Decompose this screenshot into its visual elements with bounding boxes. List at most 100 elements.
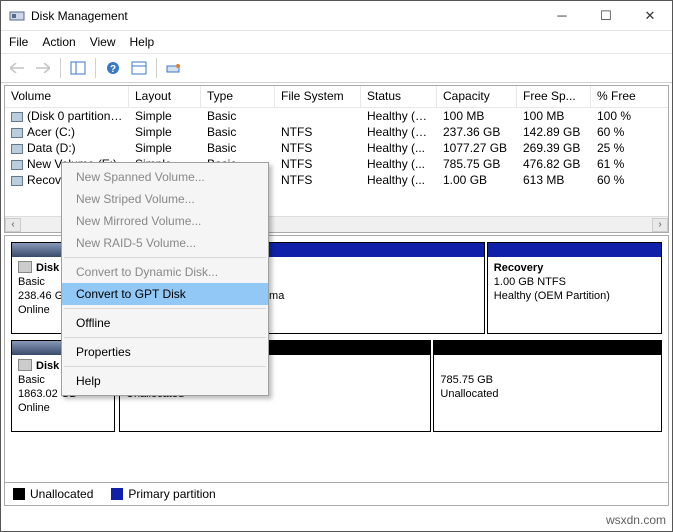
disk-type: Basic xyxy=(18,374,45,386)
minimize-button[interactable]: ─ xyxy=(540,1,584,30)
cell-free: 613 MB xyxy=(517,172,591,188)
context-menu-item[interactable]: Properties xyxy=(62,341,268,363)
partition-text: 785.75 GB xyxy=(440,374,493,386)
show-hide-icon[interactable] xyxy=(66,57,90,79)
col-filesystem[interactable]: File System xyxy=(275,86,361,107)
volume-icon xyxy=(11,176,23,186)
scroll-left-icon[interactable]: ‹ xyxy=(5,218,21,232)
toolbar-separator xyxy=(156,58,157,78)
cell-free: 100 MB xyxy=(517,108,591,124)
volume-icon xyxy=(11,160,23,170)
app-icon xyxy=(9,8,25,24)
help-icon[interactable]: ? xyxy=(101,57,125,79)
settings-icon[interactable] xyxy=(162,57,186,79)
cell-volume: Data (D:) xyxy=(5,140,129,156)
context-menu-item[interactable]: Help xyxy=(62,370,268,392)
context-menu-item[interactable]: Convert to GPT Disk xyxy=(62,283,268,305)
volume-icon xyxy=(11,112,23,122)
disk-type: Basic xyxy=(18,276,45,288)
watermark: wsxdn.com xyxy=(606,513,666,527)
partition-stripe xyxy=(488,243,661,257)
cell-status: Healthy (B... xyxy=(361,124,437,140)
cell-pct: 61 % xyxy=(591,156,647,172)
partition-recovery[interactable]: Recovery 1.00 GB NTFS Healthy (OEM Parti… xyxy=(487,242,662,334)
context-menu-separator xyxy=(64,308,266,309)
cell-layout: Simple xyxy=(129,108,201,124)
col-status[interactable]: Status xyxy=(361,86,437,107)
table-row[interactable]: (Disk 0 partition 1)SimpleBasicHealthy (… xyxy=(5,108,668,124)
cell-free: 269.39 GB xyxy=(517,140,591,156)
cell-fs: NTFS xyxy=(275,172,361,188)
cell-fs: NTFS xyxy=(275,140,361,156)
cell-free: 476.82 GB xyxy=(517,156,591,172)
cell-fs xyxy=(275,108,361,124)
cell-pct: 60 % xyxy=(591,172,647,188)
context-menu-separator xyxy=(64,337,266,338)
menu-help[interactable]: Help xyxy=(130,35,155,49)
disk-status: Online xyxy=(18,304,50,316)
close-button[interactable]: ✕ xyxy=(628,1,672,30)
col-free[interactable]: Free Sp... xyxy=(517,86,591,107)
context-menu-item[interactable]: Offline xyxy=(62,312,268,334)
partition-unallocated[interactable]: 785.75 GB Unallocated xyxy=(433,340,662,432)
context-menu-item: New Striped Volume... xyxy=(62,188,268,210)
forward-button[interactable] xyxy=(31,57,55,79)
toolbar: ? xyxy=(1,53,672,83)
cell-volume: (Disk 0 partition 1) xyxy=(5,108,129,124)
col-volume[interactable]: Volume xyxy=(5,86,129,107)
menu-file[interactable]: File xyxy=(9,35,28,49)
cell-capacity: 237.36 GB xyxy=(437,124,517,140)
cell-pct: 25 % xyxy=(591,140,647,156)
cell-fs: NTFS xyxy=(275,156,361,172)
col-capacity[interactable]: Capacity xyxy=(437,86,517,107)
menubar: File Action View Help xyxy=(1,31,672,53)
legend-swatch-primary xyxy=(111,488,123,500)
disk-icon xyxy=(18,261,32,273)
cell-type: Basic xyxy=(201,140,275,156)
context-menu-separator xyxy=(64,366,266,367)
col-layout[interactable]: Layout xyxy=(129,86,201,107)
cell-type: Basic xyxy=(201,124,275,140)
cell-status: Healthy (... xyxy=(361,140,437,156)
cell-layout: Simple xyxy=(129,140,201,156)
partition-text: 1.00 GB NTFS xyxy=(494,276,566,288)
cell-pct: 60 % xyxy=(591,124,647,140)
cell-volume: Acer (C:) xyxy=(5,124,129,140)
maximize-button[interactable]: ☐ xyxy=(584,1,628,30)
context-menu-item: New Spanned Volume... xyxy=(62,166,268,188)
context-menu-item: Convert to Dynamic Disk... xyxy=(62,261,268,283)
refresh-icon[interactable] xyxy=(127,57,151,79)
cell-capacity: 1077.27 GB xyxy=(437,140,517,156)
table-row[interactable]: Acer (C:)SimpleBasicNTFSHealthy (B...237… xyxy=(5,124,668,140)
cell-pct: 100 % xyxy=(591,108,647,124)
partition-stripe xyxy=(434,341,661,355)
disk-status: Online xyxy=(18,402,50,414)
legend-swatch-unalloc xyxy=(13,488,25,500)
legend-label: Primary partition xyxy=(128,487,215,501)
back-button[interactable] xyxy=(5,57,29,79)
table-row[interactable]: Data (D:)SimpleBasicNTFSHealthy (...1077… xyxy=(5,140,668,156)
partition-title: Recovery xyxy=(494,262,544,274)
cell-status: Healthy (... xyxy=(361,156,437,172)
context-menu-item: New RAID-5 Volume... xyxy=(62,232,268,254)
cell-capacity: 785.75 GB xyxy=(437,156,517,172)
context-menu-item: New Mirrored Volume... xyxy=(62,210,268,232)
toolbar-separator xyxy=(60,58,61,78)
cell-type: Basic xyxy=(201,108,275,124)
scroll-right-icon[interactable]: › xyxy=(652,218,668,232)
toolbar-separator xyxy=(95,58,96,78)
window-title: Disk Management xyxy=(31,9,540,23)
partition-text: Unallocated xyxy=(440,388,498,400)
volume-icon xyxy=(11,144,23,154)
col-type[interactable]: Type xyxy=(201,86,275,107)
cell-layout: Simple xyxy=(129,124,201,140)
volume-icon xyxy=(11,128,23,138)
menu-action[interactable]: Action xyxy=(42,35,75,49)
context-menu: New Spanned Volume...New Striped Volume.… xyxy=(61,162,269,396)
table-header: Volume Layout Type File System Status Ca… xyxy=(5,86,668,108)
cell-fs: NTFS xyxy=(275,124,361,140)
cell-capacity: 1.00 GB xyxy=(437,172,517,188)
menu-view[interactable]: View xyxy=(90,35,116,49)
context-menu-separator xyxy=(64,257,266,258)
col-pct[interactable]: % Free xyxy=(591,86,647,107)
